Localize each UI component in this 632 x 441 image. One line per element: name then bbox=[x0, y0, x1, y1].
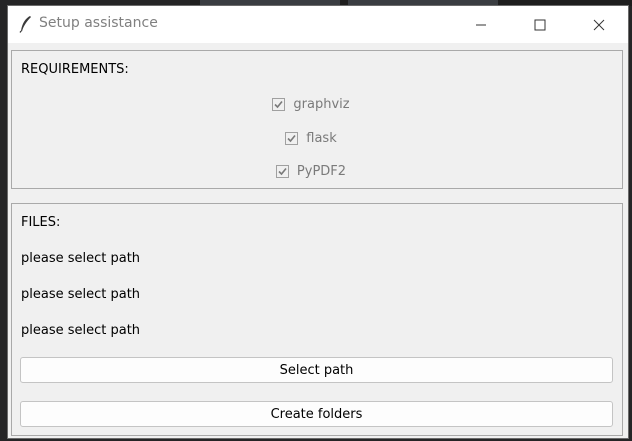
checkmark-icon bbox=[278, 167, 287, 175]
checkbox[interactable] bbox=[272, 97, 286, 111]
setup-window: Setup assistance REQUIREMENTS: graphviz … bbox=[7, 5, 629, 439]
checkbox-label: flask bbox=[306, 130, 337, 146]
close-icon bbox=[593, 19, 605, 30]
create-folders-button[interactable]: Create folders bbox=[20, 401, 613, 427]
requirement-pypdf2[interactable]: PyPDF2 bbox=[12, 161, 610, 181]
path-label: please select path bbox=[21, 323, 141, 338]
requirements-frame: REQUIREMENTS: graphviz flask PyPDF2 bbox=[11, 50, 623, 189]
titlebar: Setup assistance bbox=[8, 6, 628, 43]
maximize-button[interactable] bbox=[517, 6, 563, 43]
checkbox-label: graphviz bbox=[293, 96, 350, 112]
requirements-heading: REQUIREMENTS: bbox=[21, 62, 129, 77]
requirement-graphviz[interactable]: graphviz bbox=[12, 94, 610, 114]
requirement-flask[interactable]: flask bbox=[12, 128, 610, 148]
minimize-icon bbox=[476, 24, 486, 25]
files-heading: FILES: bbox=[21, 215, 61, 230]
files-frame: FILES: please select path please select … bbox=[11, 203, 623, 436]
feather-icon bbox=[19, 16, 31, 33]
path-label: please select path bbox=[21, 287, 141, 302]
close-button[interactable] bbox=[576, 6, 622, 43]
checkmark-icon bbox=[287, 134, 296, 142]
maximize-icon bbox=[534, 19, 546, 30]
select-path-button[interactable]: Select path bbox=[20, 357, 613, 383]
checkbox[interactable] bbox=[275, 164, 289, 178]
minimize-button[interactable] bbox=[458, 6, 504, 43]
checkbox-label: PyPDF2 bbox=[296, 163, 347, 179]
path-label: please select path bbox=[21, 251, 141, 266]
checkmark-icon bbox=[274, 100, 284, 108]
checkbox[interactable] bbox=[285, 131, 299, 145]
window-title: Setup assistance bbox=[39, 15, 158, 31]
